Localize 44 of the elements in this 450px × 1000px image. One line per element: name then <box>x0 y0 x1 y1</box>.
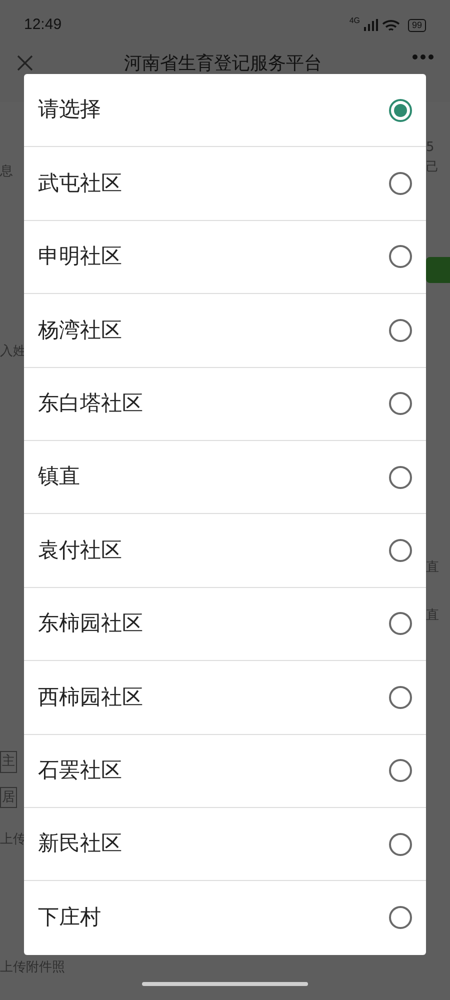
option-label: 东柿园社区 <box>38 610 143 638</box>
option-item[interactable]: 申明社区 <box>24 220 426 294</box>
radio-button[interactable] <box>389 98 412 122</box>
radio-button[interactable] <box>389 172 412 196</box>
option-label: 石罢社区 <box>38 756 122 784</box>
radio-button[interactable] <box>389 392 412 416</box>
option-label: 新民社区 <box>38 830 122 858</box>
option-label: 镇直 <box>38 463 80 490</box>
option-label: 杨湾社区 <box>38 316 122 344</box>
option-label: 武屯社区 <box>38 170 122 197</box>
option-item[interactable]: 西柿园社区 <box>24 661 426 735</box>
more-icon[interactable] <box>412 54 434 60</box>
option-label: 袁付社区 <box>38 536 122 564</box>
option-item[interactable]: 东柿园社区 <box>24 588 426 662</box>
network-label: 4G <box>349 15 360 27</box>
option-label: 东白塔社区 <box>38 390 143 417</box>
option-item[interactable]: 请选择 <box>24 74 426 148</box>
radio-button[interactable] <box>389 466 412 489</box>
signal-icon <box>364 19 378 31</box>
status-time: 12:49 <box>24 14 62 35</box>
option-label: 西柿园社区 <box>38 684 143 711</box>
radio-button[interactable] <box>389 832 412 856</box>
option-item[interactable]: 石罢社区 <box>24 734 426 808</box>
radio-button[interactable] <box>389 686 412 709</box>
option-label: 申明社区 <box>38 243 122 270</box>
option-item[interactable]: 袁付社区 <box>24 514 426 588</box>
option-item[interactable]: 镇直 <box>24 440 426 514</box>
option-label: 下庄村 <box>38 904 101 932</box>
wifi-icon <box>382 18 400 32</box>
option-item[interactable]: 下庄村 <box>24 881 426 955</box>
option-item[interactable]: 武屯社区 <box>24 147 426 221</box>
option-label: 请选择 <box>38 96 101 124</box>
close-icon[interactable] <box>16 54 34 72</box>
radio-button[interactable] <box>389 612 412 636</box>
radio-button[interactable] <box>389 245 412 268</box>
option-item[interactable]: 新民社区 <box>24 808 426 882</box>
option-item[interactable]: 杨湾社区 <box>24 294 426 368</box>
page-title: 河南省生育登记服务平台 <box>124 54 322 74</box>
radio-button[interactable] <box>389 759 412 782</box>
radio-button[interactable] <box>389 539 412 562</box>
option-item[interactable]: 东白塔社区 <box>24 368 426 441</box>
battery-indicator: 99 <box>408 18 426 32</box>
radio-button[interactable] <box>389 906 412 930</box>
radio-button[interactable] <box>389 318 412 342</box>
